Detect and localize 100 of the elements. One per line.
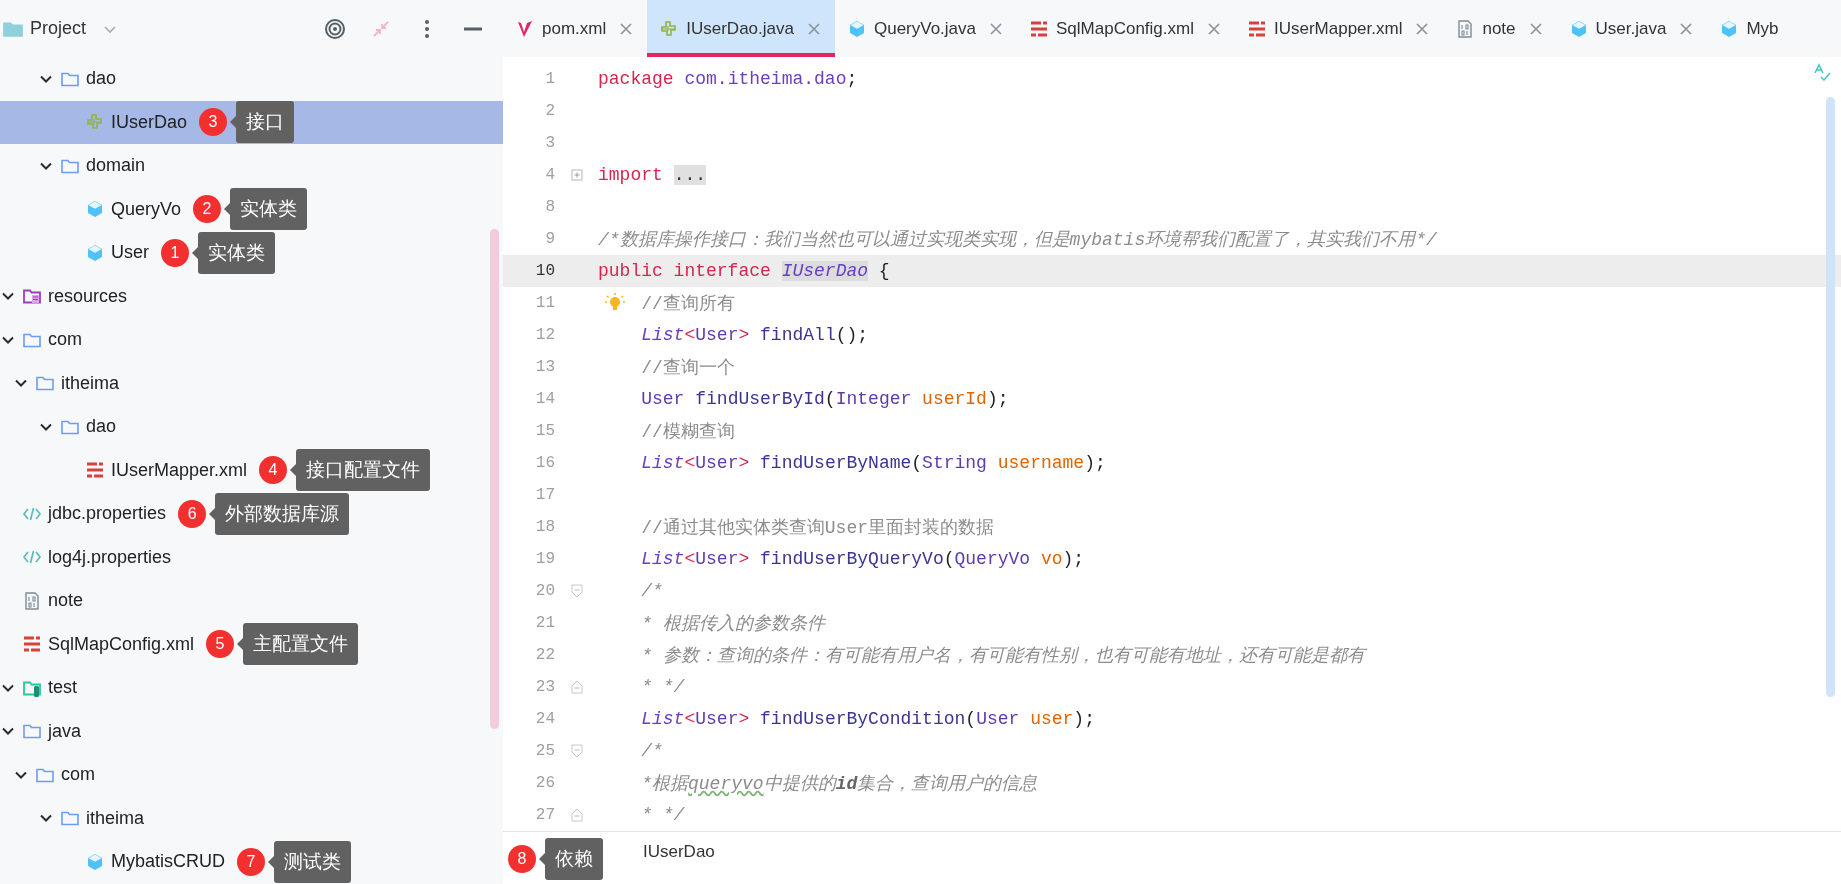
close-icon[interactable] — [989, 21, 1003, 36]
tree-item[interactable]: domain — [0, 144, 503, 188]
code-line: *根据queryvo中提供的id集合，查询用户的信息 — [640, 773, 1038, 795]
code-line: //查询一个 — [640, 357, 735, 379]
line-number: 21 — [534, 614, 555, 632]
tree-item-label: com — [61, 764, 95, 786]
tree-item[interactable]: test — [0, 666, 503, 710]
code-line: * */ — [640, 805, 685, 825]
tree-item[interactable]: SqlMapConfig.xml 5 主配置文件 — [0, 622, 503, 666]
number-badge: 1 — [161, 238, 189, 267]
code-line: * 根据传入的参数条件 — [640, 613, 825, 635]
tree-item[interactable]: jdbc.properties 6 外部数据库源 — [0, 492, 503, 536]
tree-item-label: jdbc.properties — [48, 503, 167, 525]
annotation-label: 实体类 — [224, 188, 308, 231]
tree-item-label: MybatisCRUD — [111, 851, 225, 873]
tree-item[interactable]: itheima — [0, 361, 503, 405]
tree-item[interactable]: java — [0, 709, 503, 753]
close-icon[interactable] — [1415, 21, 1430, 36]
code-line: import ... — [598, 165, 707, 185]
tab-label: SqlMapConfig.xml — [1056, 18, 1194, 39]
annotation-label: 接口 — [230, 101, 295, 144]
editor-tab[interactable]: QueryVo.java — [834, 0, 1017, 57]
code-line: List<User> findAll(); — [640, 325, 869, 345]
line-number: 3 — [544, 134, 555, 152]
close-icon[interactable] — [1528, 21, 1543, 36]
number-badge: 7 — [237, 847, 265, 876]
tree-item-label: dao — [86, 68, 117, 90]
line-number: 26 — [534, 774, 555, 792]
tree-item-label: SqlMapConfig.xml — [48, 633, 195, 655]
editor-tab[interactable]: pom.xml — [503, 0, 648, 57]
close-icon[interactable] — [619, 21, 634, 36]
tree-item[interactable]: IUserDao 3 接口 — [0, 100, 503, 144]
target-icon[interactable] — [324, 17, 346, 40]
editor-tab[interactable]: Myb — [1707, 0, 1793, 57]
code-line: * */ — [640, 677, 685, 697]
tree-item[interactable]: com — [0, 318, 503, 362]
tab-label: User.java — [1595, 18, 1667, 39]
line-number: 25 — [534, 742, 555, 760]
code-line: List<User> findUserByCondition(User user); — [640, 709, 1095, 729]
tree-item[interactable]: resources — [0, 274, 503, 318]
scrollbar[interactable] — [1826, 97, 1835, 697]
line-number: 12 — [534, 326, 555, 344]
tree-item[interactable]: note — [0, 579, 503, 623]
editor-tab[interactable]: SqlMapConfig.xml — [1017, 0, 1235, 57]
tab-label: Myb — [1746, 18, 1779, 39]
line-number: 18 — [534, 518, 555, 536]
expand-fold-icon[interactable] — [570, 168, 583, 182]
tree-item-label: itheima — [61, 372, 120, 394]
tree-item[interactable]: dao — [0, 57, 503, 101]
tree-item[interactable]: User 1 实体类 — [0, 231, 503, 275]
editor-tab[interactable]: IUserMapper.xml — [1234, 0, 1444, 57]
tree-item-label: itheima — [86, 807, 145, 829]
tree-item[interactable]: IUserMapper.xml 4 接口配置文件 — [0, 448, 503, 492]
code-line: User findUserById(Integer userId); — [640, 389, 1009, 409]
xml-file-icon — [22, 634, 42, 655]
close-icon[interactable] — [806, 21, 821, 36]
line-number: 27 — [534, 806, 555, 824]
annotation-label: 依赖 — [539, 838, 603, 880]
cube-icon — [85, 851, 105, 872]
tree-item-label: note — [48, 590, 84, 612]
code-line: List<User> findUserByName(String username); — [640, 453, 1106, 473]
line-number: 17 — [534, 486, 555, 504]
tree-item[interactable]: QueryVo 2 实体类 — [0, 187, 503, 231]
editor-tab[interactable]: User.java — [1556, 0, 1708, 57]
editor-tab[interactable]: IUserDao.java — [647, 0, 835, 57]
code-line: public interface IUserDao { — [598, 261, 890, 281]
tree-item-label: dao — [86, 416, 117, 438]
tree-item-label: domain — [86, 155, 146, 177]
tree-item[interactable]: itheima — [0, 796, 503, 840]
close-icon[interactable] — [1206, 21, 1221, 36]
fold-icon[interactable] — [570, 680, 583, 694]
code-line: List<User> findUserByQueryVo(QueryVo vo); — [640, 549, 1085, 569]
editor-tab[interactable]: note — [1443, 0, 1557, 57]
tab-label: IUserMapper.xml — [1273, 18, 1403, 39]
code-line: package com.itheima.dao; — [598, 69, 858, 89]
number-badge: 2 — [193, 195, 222, 224]
annotation-label: 外部数据库源 — [209, 492, 350, 535]
line-number: 2 — [544, 102, 555, 120]
fold-icon[interactable] — [570, 744, 583, 758]
xml-file-icon — [85, 460, 105, 481]
code-line: * 参数：查询的条件：有可能有用户名，有可能有性别，也有可能有地址，还有可能是都有 — [640, 645, 1365, 667]
cube-icon — [85, 242, 105, 263]
spellcheck-icon[interactable] — [1813, 63, 1831, 81]
scrollbar[interactable] — [490, 229, 499, 729]
close-icon[interactable] — [1679, 21, 1694, 36]
panel-title[interactable]: Project — [30, 18, 87, 39]
tree-item[interactable]: com — [0, 753, 503, 797]
tree-item[interactable]: MybatisCRUD 7 测试类 — [0, 840, 503, 884]
annotation-label: 主配置文件 — [237, 623, 359, 666]
tree-item[interactable]: dao — [0, 405, 503, 449]
annotation-label: 测试类 — [268, 840, 351, 883]
number-badge: 4 — [259, 456, 288, 485]
code-line: //通过其他实体类查询User里面封装的数据 — [640, 517, 995, 539]
tree-item[interactable]: log4j.properties — [0, 535, 503, 579]
fold-icon[interactable] — [570, 808, 583, 822]
code-line: /* — [640, 741, 663, 761]
tree-item-label: log4j.properties — [48, 546, 172, 568]
tree-item-label: QueryVo — [111, 198, 182, 220]
breadcrumb[interactable]: IUserDao — [643, 842, 715, 862]
fold-icon[interactable] — [570, 584, 583, 598]
